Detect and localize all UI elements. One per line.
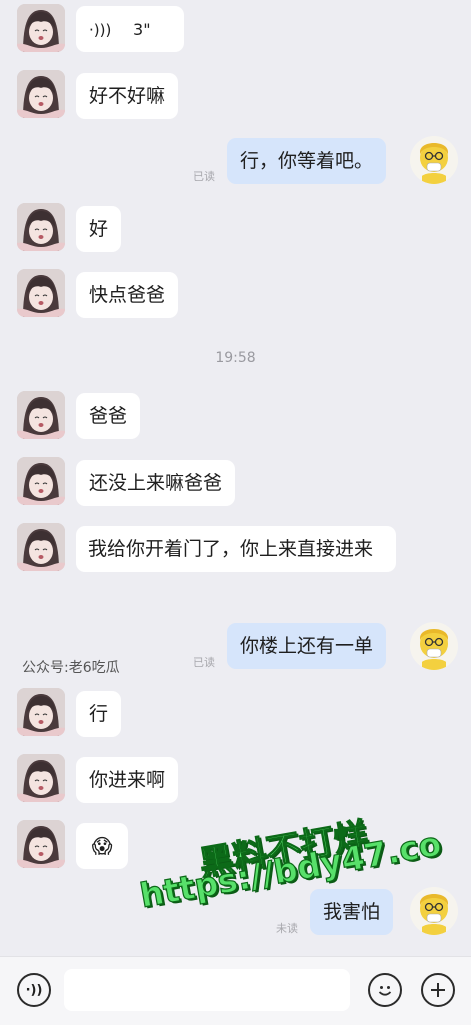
read-status: 已读 — [193, 656, 215, 669]
scream-emoji: 😱 — [91, 834, 113, 858]
voice-message-bubble[interactable]: ·))) 3" — [76, 6, 184, 52]
message-bubble[interactable]: 行 — [76, 691, 122, 737]
contact-avatar[interactable] — [17, 391, 65, 439]
chat-timestamp: 19:58 — [215, 350, 256, 366]
voice-duration: 3" — [133, 20, 151, 39]
voice-input-button[interactable]: ·)) — [17, 973, 51, 1007]
contact-avatar[interactable] — [17, 4, 65, 52]
contact-avatar[interactable] — [17, 688, 65, 736]
message-bubble[interactable]: 快点爸爸 — [76, 272, 179, 318]
read-status: 已读 — [193, 170, 215, 183]
message-bubble[interactable]: 行，你等着吧。 — [227, 138, 387, 184]
emoji-button[interactable] — [368, 973, 402, 1007]
input-bar: ·)) — [0, 956, 471, 1025]
voice-wave-icon: ·))) — [89, 21, 112, 39]
smiley-icon — [378, 986, 392, 996]
message-input[interactable] — [64, 969, 350, 1011]
account-watermark: 公众号:老6吃瓜 — [22, 660, 120, 676]
message-bubble[interactable]: 我害怕 — [310, 889, 394, 935]
message-bubble[interactable]: 好 — [76, 206, 122, 252]
contact-avatar[interactable] — [17, 70, 65, 118]
my-avatar[interactable] — [410, 136, 458, 184]
voice-icon: ·)) — [25, 982, 43, 998]
contact-avatar[interactable] — [17, 523, 65, 571]
contact-avatar[interactable] — [17, 203, 65, 251]
message-bubble[interactable]: 我给你开着门了，你上来直接进来 — [76, 526, 396, 572]
contact-avatar[interactable] — [17, 457, 65, 505]
message-bubble[interactable]: 爸爸 — [76, 393, 141, 439]
plus-button[interactable] — [421, 973, 455, 1007]
message-bubble[interactable]: 你进来啊 — [76, 757, 179, 803]
read-status: 未读 — [276, 922, 298, 935]
my-avatar[interactable] — [410, 622, 458, 670]
contact-avatar[interactable] — [17, 754, 65, 802]
message-bubble[interactable]: 你楼上还有一单 — [227, 623, 387, 669]
contact-avatar[interactable] — [17, 269, 65, 317]
message-bubble[interactable]: 还没上来嘛爸爸 — [76, 460, 236, 506]
plus-icon — [431, 983, 445, 997]
my-avatar[interactable] — [410, 887, 458, 935]
message-bubble[interactable]: 好不好嘛 — [76, 73, 179, 119]
contact-avatar[interactable] — [17, 820, 65, 868]
emoji-message-bubble[interactable]: 😱 — [76, 823, 128, 869]
